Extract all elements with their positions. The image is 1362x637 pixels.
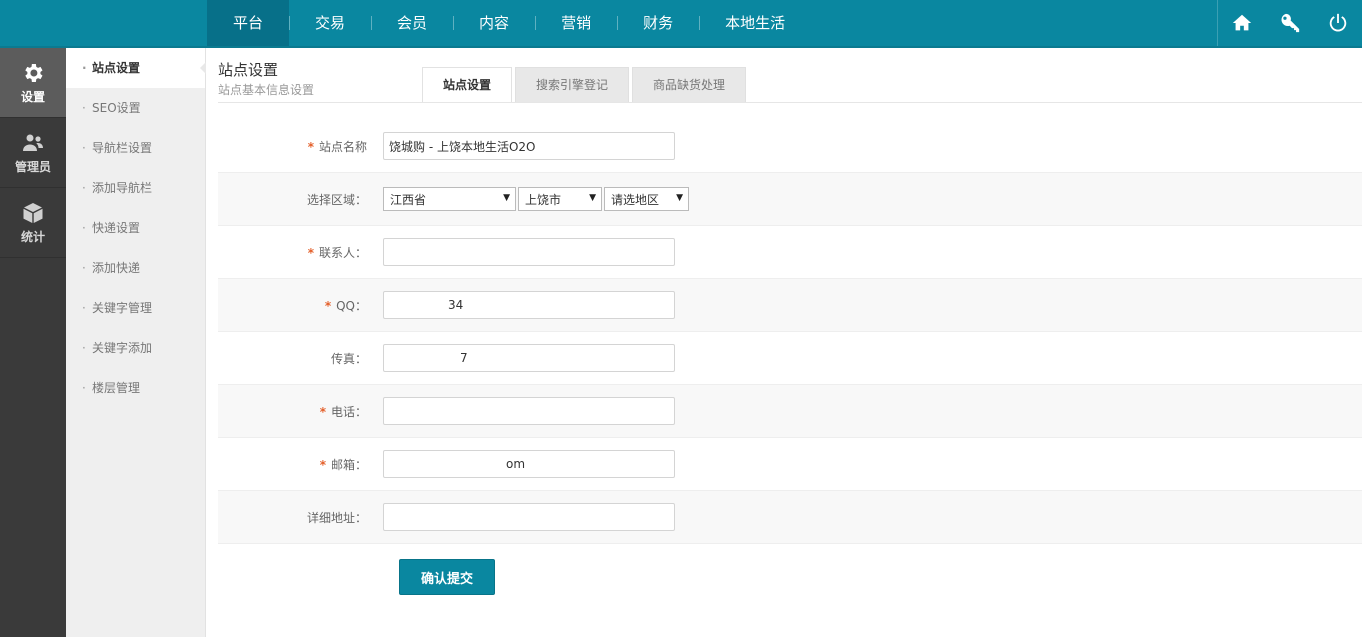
topnav-content[interactable]: 内容 [453, 0, 535, 46]
topnav-marketing[interactable]: 营销 [535, 0, 617, 46]
chevron-down-icon: ▼ [503, 193, 510, 203]
sidebar-item-keyword-manage[interactable]: · 关键字管理 [66, 288, 205, 328]
power-button[interactable] [1314, 0, 1362, 46]
sidebar-item-seo-settings[interactable]: · SEO设置 [66, 88, 205, 128]
form-row-qq: * QQ： [218, 279, 1362, 332]
required-mark: * [319, 457, 326, 472]
top-icons [1217, 0, 1362, 46]
users-icon [23, 134, 43, 151]
rail-item-stats[interactable]: 统计 [0, 188, 66, 258]
label-address: 详细地址： [306, 510, 367, 525]
form-row-email: * 邮箱： [218, 438, 1362, 491]
sidebar-item-floor-manage[interactable]: · 楼层管理 [66, 368, 205, 408]
chevron-down-icon: ▼ [589, 193, 596, 203]
form-row-site-name: * 站点名称 [218, 120, 1362, 173]
form-row-fax: 传真： [218, 332, 1362, 385]
label-email: 邮箱： [330, 457, 367, 472]
tab-out-of-stock[interactable]: 商品缺货处理 [632, 67, 747, 102]
label-site-name: 站点名称 [318, 139, 367, 154]
sub-sidebar: · 站点设置 · SEO设置 · 导航栏设置 · 添加导航栏 · 快递设置 · 添加快递 ·… [66, 48, 206, 637]
left-rail: 设置 管理员 统计 [0, 48, 66, 637]
form-actions: 确认提交 [218, 544, 1362, 610]
content-tabs: 站点设置 搜索引擎登记 商品缺货处理 [422, 67, 749, 103]
home-icon [1232, 14, 1252, 31]
fax-input[interactable] [383, 344, 675, 372]
address-input[interactable] [383, 503, 675, 531]
required-mark: * [307, 139, 314, 154]
page-header: 站点设置 站点基本信息设置 [218, 59, 314, 98]
contact-input[interactable] [383, 238, 675, 266]
sidebar-item-express-settings[interactable]: · 快递设置 [66, 208, 205, 248]
page-subtitle: 站点基本信息设置 [218, 83, 315, 97]
label-phone: 电话： [330, 404, 367, 419]
form-row-address: 详细地址： [218, 491, 1362, 544]
page-title: 站点设置 [218, 61, 279, 79]
main-content: 站点设置 站点基本信息设置 站点设置 搜索引擎登记 商品缺货处理 * 站点名称 选… [206, 48, 1362, 637]
key-icon [1281, 13, 1300, 33]
form-row-region: 选择区域： 江西省 ▼ 上饶市 ▼ 请选地区 ▼ [218, 173, 1362, 226]
required-mark: * [324, 298, 332, 313]
qq-input[interactable] [383, 291, 675, 319]
topnav-platform[interactable]: 平台 [207, 0, 290, 46]
required-mark: * [307, 245, 314, 260]
topnav-trade[interactable]: 交易 [289, 0, 371, 46]
sidebar-item-add-express[interactable]: · 添加快递 [66, 248, 205, 288]
cube-icon [23, 202, 43, 223]
top-nav: 平台 交易 会员 内容 营销 财务 本地生活 [207, 0, 811, 46]
rail-label-settings: 设置 [20, 89, 45, 104]
required-mark: * [319, 404, 326, 419]
tab-site-settings[interactable]: 站点设置 [422, 67, 513, 103]
topnav-member[interactable]: 会员 [371, 0, 453, 46]
topnav-finance[interactable]: 财务 [617, 0, 699, 46]
tab-divider [218, 102, 1362, 103]
rail-item-admin[interactable]: 管理员 [0, 118, 66, 188]
sidebar-item-keyword-add[interactable]: · 关键字添加 [66, 328, 205, 368]
rail-label-admin: 管理员 [14, 159, 51, 174]
email-input[interactable] [383, 450, 675, 478]
form-row-contact: * 联系人： [218, 226, 1362, 279]
province-select[interactable]: 江西省 ▼ [383, 187, 516, 211]
sidebar-item-navbar-settings[interactable]: · 导航栏设置 [66, 128, 205, 168]
rail-label-stats: 统计 [20, 229, 45, 244]
city-select[interactable]: 上饶市 ▼ [518, 187, 602, 211]
top-bar: 平台 交易 会员 内容 营销 财务 本地生活 [0, 0, 1362, 48]
rail-item-settings[interactable]: 设置 [0, 48, 66, 118]
sidebar-item-add-navbar[interactable]: · 添加导航栏 [66, 168, 205, 208]
label-qq: QQ： [336, 298, 367, 313]
gear-icon [25, 63, 43, 82]
topnav-local-life[interactable]: 本地生活 [699, 0, 811, 46]
submit-button[interactable]: 确认提交 [399, 559, 495, 595]
label-contact: 联系人： [318, 245, 367, 260]
chevron-down-icon: ▼ [676, 193, 683, 203]
power-icon [1329, 13, 1347, 32]
home-button[interactable] [1218, 0, 1266, 46]
phone-input[interactable] [383, 397, 675, 425]
tab-search-engine[interactable]: 搜索引擎登记 [515, 67, 630, 102]
key-button[interactable] [1266, 0, 1314, 46]
district-select[interactable]: 请选地区 ▼ [604, 187, 689, 211]
form-row-phone: * 电话： [218, 385, 1362, 438]
sidebar-item-site-settings[interactable]: · 站点设置 [66, 48, 206, 88]
label-region: 选择区域： [306, 192, 367, 207]
site-name-input[interactable] [383, 132, 675, 160]
label-fax: 传真： [330, 351, 367, 366]
site-settings-form: * 站点名称 选择区域： 江西省▼ 上饶市▼ 请选地区▼ * 联系人： * QQ： 传… [218, 120, 1362, 610]
